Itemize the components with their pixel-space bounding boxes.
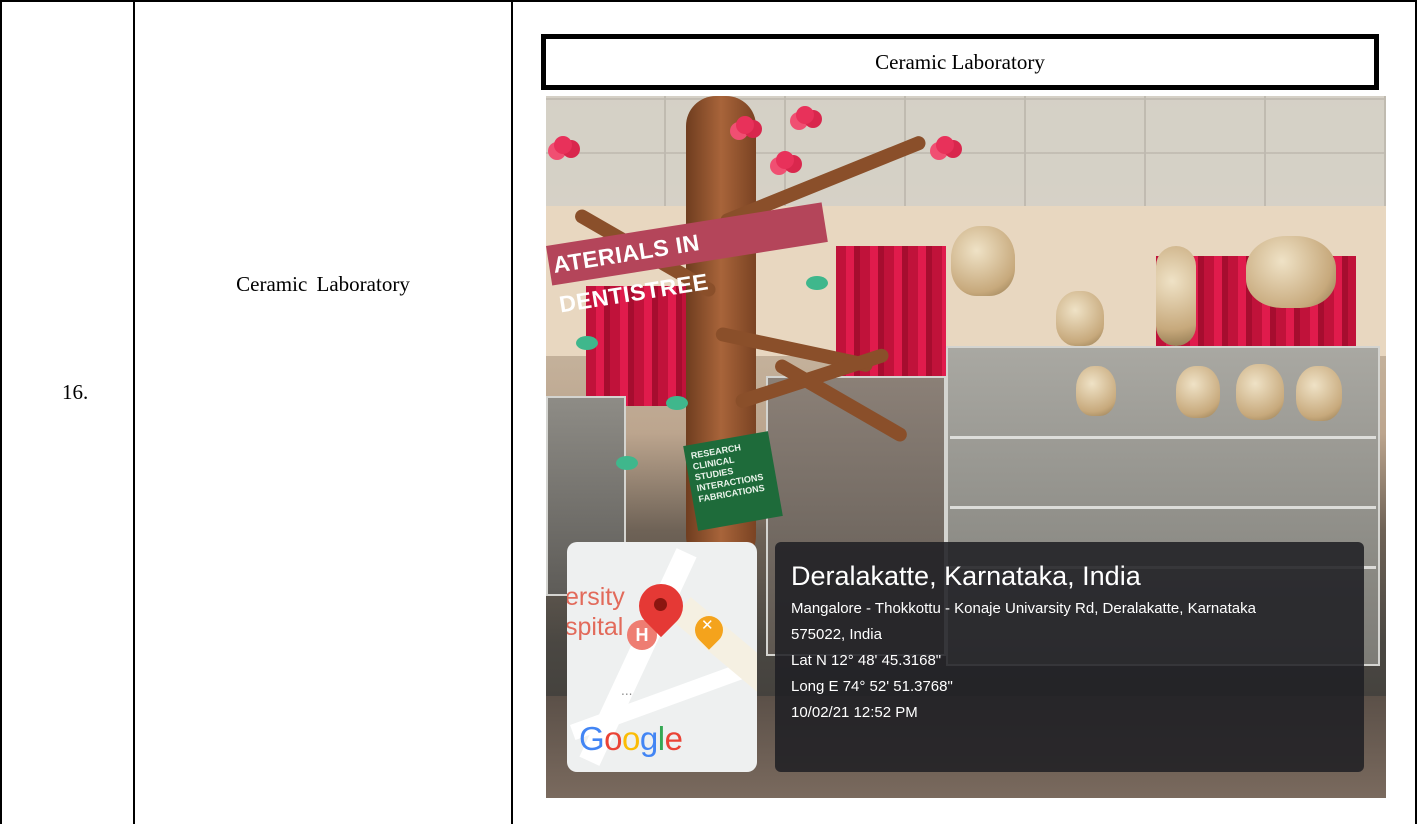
photo-skull [1296, 366, 1342, 421]
lab-photo: ATERIALS IN DENTISTREE RESEARCH CLINICAL… [546, 96, 1386, 798]
google-logo-letter: g [639, 720, 658, 757]
column-divider-1 [133, 0, 135, 824]
table-top-border [0, 0, 1417, 2]
photo-skull [1176, 366, 1220, 418]
photo-leaf [666, 396, 688, 410]
geotag-address-line2: 575022, India [791, 626, 882, 643]
photo-leaf [616, 456, 638, 470]
photo-leaf [806, 276, 828, 290]
photo-flower [796, 106, 814, 124]
column-divider-2 [511, 0, 513, 824]
geotag-info-card: Deralakatte, Karnataka, India Mangalore … [775, 542, 1364, 772]
photo-skull [1236, 364, 1284, 420]
photo-skull [1246, 236, 1336, 308]
fork-knife-icon: ✕ [701, 616, 714, 634]
photo-shelf [950, 506, 1376, 509]
google-logo-letter: o [622, 720, 640, 757]
geotag-longitude: Long E 74° 52' 51.3768" [791, 678, 953, 695]
photo-flower [736, 116, 754, 134]
location-pin-dot [654, 598, 667, 611]
geotag-address-line1: Mangalore - Thokkottu - Konaje Univarsit… [791, 600, 1256, 617]
photo-caption-text: Ceramic Laboratory [875, 49, 1045, 74]
photo-ceiling-grid [546, 96, 1386, 206]
photo-shelf [950, 436, 1376, 439]
photo-caption: Ceramic Laboratory [541, 34, 1379, 90]
photo-flower [776, 151, 794, 169]
photo-flower [936, 136, 954, 154]
geotag-latitude: Lat N 12° 48' 45.3168" [791, 652, 942, 669]
photo-skull [951, 226, 1015, 296]
geotag-timestamp: 10/02/21 12:52 PM [791, 704, 918, 721]
photo-sign: RESEARCH CLINICAL STUDIES INTERACTIONS F… [683, 431, 783, 531]
row-lab-name: Ceramic Laboratory [236, 272, 410, 296]
photo-skull [1056, 291, 1104, 346]
google-logo: Google [579, 720, 683, 758]
map-thumbnail: ersity spital H ✕ ... Google [567, 542, 757, 772]
map-label: spital [567, 613, 624, 641]
row-number: 16. [62, 380, 89, 404]
map-label: ersity [567, 583, 625, 611]
photo-skull [1076, 366, 1116, 416]
google-logo-letter: G [579, 720, 605, 757]
photo-leaf [576, 336, 598, 350]
photo-skeleton [1156, 246, 1196, 346]
table-left-border [0, 0, 2, 824]
photo-curtain [836, 246, 946, 396]
google-logo-letter: l [657, 720, 665, 757]
google-logo-letter: e [664, 720, 683, 757]
google-logo-letter: o [604, 720, 623, 757]
photo-flower [554, 136, 572, 154]
map-dots: ... [621, 684, 633, 698]
geotag-place: Deralakatte, Karnataka, India [791, 561, 1141, 591]
